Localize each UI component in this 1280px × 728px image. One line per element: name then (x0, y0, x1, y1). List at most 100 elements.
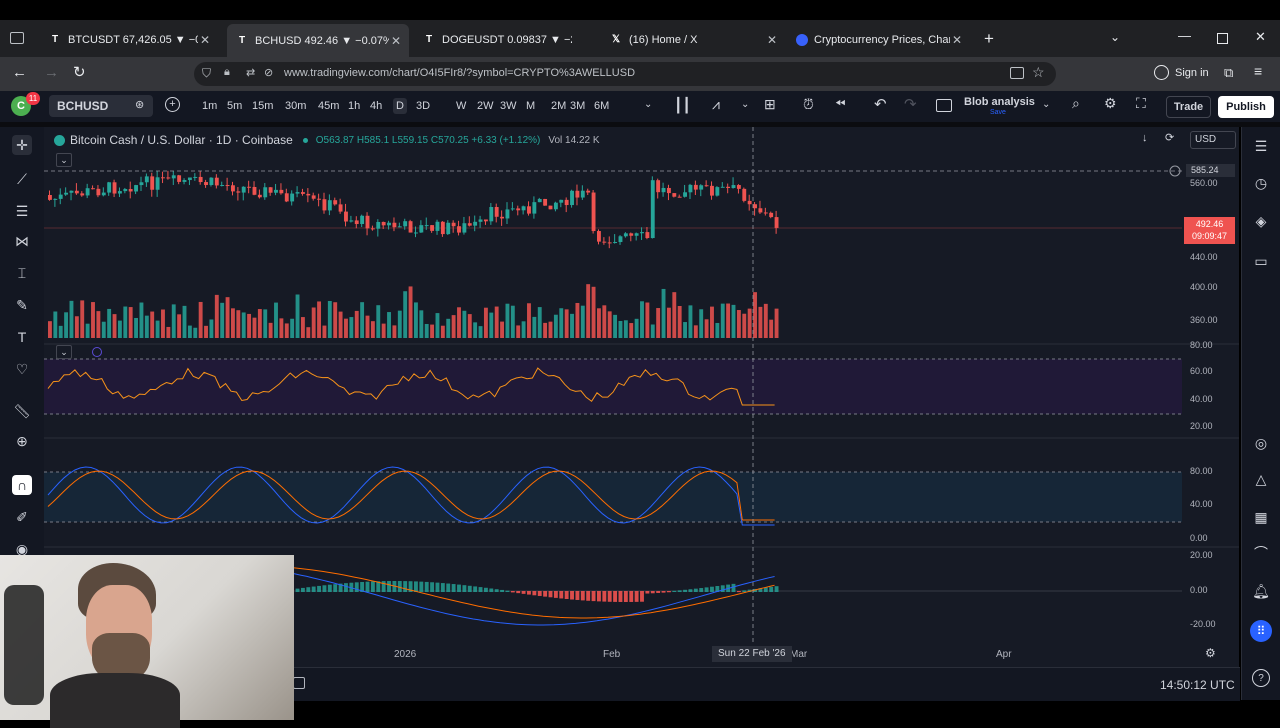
replay-icon[interactable]: ⏪︎ (835, 96, 845, 112)
browser-tab[interactable]: T BTCUSDT 67,426.05 ▼ −0.83% I ✕ (40, 26, 218, 53)
pattern-tool-icon[interactable]: ⋈ (12, 231, 32, 251)
candle-body (257, 194, 262, 198)
target-icon[interactable]: ◎ (1252, 434, 1270, 452)
layout-menu-chevron-icon[interactable]: ⌄ (1042, 99, 1050, 110)
timeframe-1m[interactable]: 1m (202, 100, 217, 112)
trade-button[interactable]: Trade (1166, 96, 1211, 118)
help-icon[interactable]: ? (1252, 669, 1270, 687)
screenshot-icon[interactable] (1010, 67, 1024, 79)
alert-icon[interactable]: ⏰︎ (803, 96, 814, 113)
timeframe-30m[interactable]: 30m (285, 100, 306, 112)
layout-name[interactable]: Blob analysis (964, 96, 1035, 108)
tab-list-icon[interactable] (10, 32, 24, 44)
object-tree-icon[interactable]: ◈ (1252, 212, 1270, 230)
lock-drawings-icon[interactable]: ✐ (12, 507, 32, 527)
watchlist-icon[interactable]: ☰ (1252, 137, 1270, 155)
timeframe-m[interactable]: M (526, 100, 535, 112)
timeframe-6m[interactable]: 6M (594, 100, 609, 112)
indicator-settings-icon[interactable] (92, 347, 102, 357)
text-tool-icon[interactable]: T (12, 327, 32, 347)
reload-icon[interactable]: ↻ (73, 63, 86, 81)
browser-menu-icon[interactable]: ≡ (1254, 63, 1262, 79)
new-tab-icon[interactable]: + (984, 29, 994, 49)
notifications-icon[interactable]: 🔔︎ (1252, 582, 1270, 600)
layout-select-icon[interactable] (936, 99, 952, 112)
calendar-icon[interactable]: ▦ (1252, 508, 1270, 526)
timeframe-d[interactable]: D (393, 98, 407, 114)
trend-line-icon[interactable]: ⟋ (12, 169, 32, 189)
bookmark-star-icon[interactable]: ☆ (1032, 64, 1045, 81)
lock-icon[interactable]: 🔒︎ (224, 66, 230, 79)
timeframe-more-icon[interactable]: ⌄ (644, 99, 652, 110)
timeframe-3m[interactable]: 3M (570, 100, 585, 112)
fib-retracement-icon[interactable]: ☰ (12, 201, 32, 221)
apps-grid-icon[interactable]: ⠿ (1250, 620, 1272, 642)
currency-selector[interactable]: USD (1190, 131, 1236, 149)
back-icon[interactable]: ← (12, 64, 27, 81)
alerts-clock-icon[interactable]: ◷ (1252, 174, 1270, 192)
forward-icon[interactable]: → (44, 64, 59, 81)
publish-button[interactable]: Publish (1218, 96, 1274, 118)
close-tab-icon[interactable]: ✕ (389, 34, 403, 48)
pane-collapse-icon[interactable]: ⌄ (56, 345, 72, 359)
auto-scale-icon[interactable]: ⟳ (1165, 131, 1174, 144)
close-tab-icon[interactable]: ✕ (950, 33, 964, 47)
restore-icon[interactable] (1217, 33, 1228, 44)
redo-icon[interactable]: ↷ (904, 95, 917, 113)
ideas-icon[interactable]: △ (1252, 470, 1270, 488)
timeframe-3d[interactable]: 3D (416, 100, 430, 112)
ruler-icon[interactable]: 📏︎ (12, 401, 32, 421)
timeframe-45m[interactable]: 45m (318, 100, 339, 112)
timeframe-4h[interactable]: 4h (370, 100, 382, 112)
timeframe-15m[interactable]: 15m (252, 100, 273, 112)
sign-in-button[interactable]: Sign in (1154, 65, 1209, 80)
timeframe-2m[interactable]: 2M (551, 100, 566, 112)
timeframe-5m[interactable]: 5m (227, 100, 242, 112)
icons-tool-icon[interactable]: ♡ (12, 359, 32, 379)
crosshair-icon[interactable]: ✛ (12, 135, 32, 155)
close-tab-icon[interactable]: ✕ (198, 33, 212, 47)
streams-icon[interactable]: ⌒ (1252, 544, 1270, 562)
minimize-icon[interactable]: — (1178, 28, 1191, 43)
brush-icon[interactable]: ✎ (12, 295, 32, 315)
panel-toggle-icon[interactable] (293, 677, 305, 689)
extensions-icon[interactable]: ⧉ (1224, 65, 1233, 81)
shield-icon[interactable]: ⛉ (202, 66, 211, 81)
scroll-to-bottom-icon[interactable]: ↓ (1142, 132, 1148, 144)
timeframe-3w[interactable]: 3W (500, 100, 517, 112)
zoom-in-icon[interactable]: ⊕ (12, 431, 32, 451)
browser-tab[interactable]: T DOGEUSDT 0.09837 ▼ −2.56% I (414, 26, 592, 53)
legend-collapse-icon[interactable]: ⌄ (56, 153, 72, 167)
fullscreen-icon[interactable]: ⛶ (1136, 95, 1146, 112)
browser-tab-active[interactable]: T BCHUSD 492.46 ▼ −0.07% Blob ✕ (227, 24, 409, 57)
tab-search-chevron-icon[interactable]: ⌄ (1110, 30, 1120, 44)
close-tab-icon[interactable]: ✕ (765, 33, 779, 47)
compare-icon[interactable]: ⊛ (135, 98, 144, 111)
quick-search-icon[interactable]: ⌕ (1072, 95, 1080, 112)
settings-icon[interactable]: ⚙︎ (1104, 95, 1117, 112)
close-window-icon[interactable]: ✕ (1255, 29, 1266, 45)
timeframe-w[interactable]: W (456, 100, 466, 112)
browser-tab[interactable]: 𝕏 (16) Home / X ✕ (601, 26, 785, 53)
address-bar[interactable]: ⛉ 🔒︎ ⇄ ⊘ www.tradingview.com/chart/O4I5F… (194, 62, 1056, 86)
site-settings-icon[interactable]: ⇄ (246, 66, 255, 79)
forecasting-icon[interactable]: ⌶ (12, 263, 32, 283)
candle-body (128, 189, 133, 192)
templates-icon[interactable]: ⊞ (764, 96, 776, 113)
undo-icon[interactable]: ↶ (874, 95, 887, 113)
indicators-icon[interactable]: ⩘ (712, 96, 720, 113)
magnet-icon[interactable]: ∩ (12, 475, 32, 495)
add-symbol-icon[interactable]: + (165, 97, 180, 112)
timeframe-1h[interactable]: 1h (348, 100, 360, 112)
layout-chevron-icon[interactable]: ⌄ (741, 99, 749, 110)
candles-chart-type-icon[interactable]: ┃┃ (674, 97, 691, 114)
legend-title[interactable]: Bitcoin Cash / U.S. Dollar · 1D · Coinba… (70, 133, 293, 147)
volume-bar (548, 321, 553, 338)
time-axis-settings-icon[interactable]: ⚙︎ (1205, 646, 1216, 660)
chat-icon[interactable]: ▭ (1252, 252, 1270, 270)
timeframe-2w[interactable]: 2W (477, 100, 494, 112)
utc-clock[interactable]: 14:50:12 UTC (1160, 678, 1235, 692)
symbol-search-input[interactable]: BCHUSD ⊛ (49, 95, 153, 117)
tracking-off-icon[interactable]: ⊘ (264, 66, 273, 79)
browser-tab[interactable]: Cryptocurrency Prices, Charts A ✕ (788, 26, 970, 53)
